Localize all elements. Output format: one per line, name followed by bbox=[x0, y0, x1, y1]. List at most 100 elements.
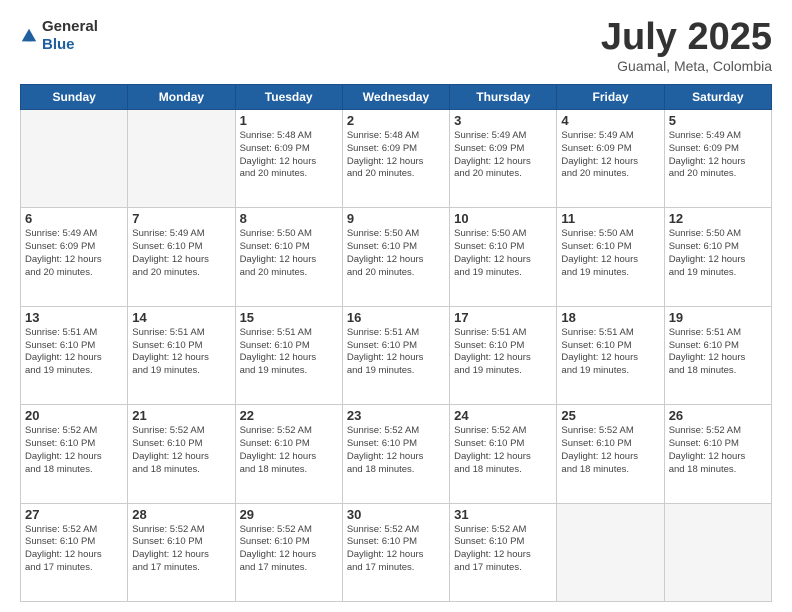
day-number: 19 bbox=[669, 310, 767, 325]
day-number: 1 bbox=[240, 113, 338, 128]
day-cell: 12 Sunrise: 5:50 AM Sunset: 6:10 PM Dayli… bbox=[664, 208, 771, 306]
day-cell: 15 Sunrise: 5:51 AM Sunset: 6:10 PM Dayli… bbox=[235, 306, 342, 404]
day-cell bbox=[21, 110, 128, 208]
day-info: Sunrise: 5:52 AM Sunset: 6:10 PM Dayligh… bbox=[669, 425, 767, 476]
day-number: 28 bbox=[132, 507, 230, 522]
day-info: Sunrise: 5:48 AM Sunset: 6:09 PM Dayligh… bbox=[347, 130, 445, 181]
day-cell: 1 Sunrise: 5:48 AM Sunset: 6:09 PM Daylig… bbox=[235, 110, 342, 208]
day-info: Sunrise: 5:52 AM Sunset: 6:10 PM Dayligh… bbox=[347, 524, 445, 575]
day-info: Sunrise: 5:52 AM Sunset: 6:10 PM Dayligh… bbox=[454, 524, 552, 575]
day-number: 11 bbox=[561, 211, 659, 226]
day-number: 16 bbox=[347, 310, 445, 325]
day-info: Sunrise: 5:52 AM Sunset: 6:10 PM Dayligh… bbox=[132, 524, 230, 575]
day-cell: 19Sunrise: 5:51 AM Sunset: 6:10 PM Dayli… bbox=[664, 306, 771, 404]
day-number: 2 bbox=[347, 113, 445, 128]
day-info: Sunrise: 5:50 AM Sunset: 6:10 PM Dayligh… bbox=[669, 228, 767, 279]
day-cell: 24 Sunrise: 5:52 AM Sunset: 6:10 PM Dayli… bbox=[450, 405, 557, 503]
day-cell: 4 Sunrise: 5:49 AM Sunset: 6:09 PM Daylig… bbox=[557, 110, 664, 208]
week-row-2: 6Sunrise: 5:49 AM Sunset: 6:09 PM Daylig… bbox=[21, 208, 772, 306]
day-cell bbox=[664, 503, 771, 601]
day-header-thursday: Thursday bbox=[450, 85, 557, 110]
day-number: 21 bbox=[132, 408, 230, 423]
day-cell: 29 Sunrise: 5:52 AM Sunset: 6:10 PM Dayli… bbox=[235, 503, 342, 601]
day-cell: 3Sunrise: 5:49 AM Sunset: 6:09 PM Daylig… bbox=[450, 110, 557, 208]
day-cell: 2 Sunrise: 5:48 AM Sunset: 6:09 PM Daylig… bbox=[342, 110, 449, 208]
week-row-1: 1 Sunrise: 5:48 AM Sunset: 6:09 PM Daylig… bbox=[21, 110, 772, 208]
week-row-5: 27 Sunrise: 5:52 AM Sunset: 6:10 PM Dayli… bbox=[21, 503, 772, 601]
week-row-4: 20 Sunrise: 5:52 AM Sunset: 6:10 PM Dayli… bbox=[21, 405, 772, 503]
day-cell: 17Sunrise: 5:51 AM Sunset: 6:10 PM Dayli… bbox=[450, 306, 557, 404]
day-cell: 11 Sunrise: 5:50 AM Sunset: 6:10 PM Dayli… bbox=[557, 208, 664, 306]
day-number: 29 bbox=[240, 507, 338, 522]
day-info: Sunrise: 5:49 AM Sunset: 6:09 PM Dayligh… bbox=[454, 130, 552, 181]
day-number: 5 bbox=[669, 113, 767, 128]
day-number: 15 bbox=[240, 310, 338, 325]
day-cell: 5 Sunrise: 5:49 AM Sunset: 6:09 PM Daylig… bbox=[664, 110, 771, 208]
day-info: Sunrise: 5:52 AM Sunset: 6:10 PM Dayligh… bbox=[240, 524, 338, 575]
day-number: 6 bbox=[25, 211, 123, 226]
day-cell: 6Sunrise: 5:49 AM Sunset: 6:09 PM Daylig… bbox=[21, 208, 128, 306]
day-number: 27 bbox=[25, 507, 123, 522]
day-number: 24 bbox=[454, 408, 552, 423]
day-number: 14 bbox=[132, 310, 230, 325]
day-cell bbox=[128, 110, 235, 208]
day-cell: 31 Sunrise: 5:52 AM Sunset: 6:10 PM Dayli… bbox=[450, 503, 557, 601]
day-info: Sunrise: 5:52 AM Sunset: 6:10 PM Dayligh… bbox=[561, 425, 659, 476]
day-info: Sunrise: 5:51 AM Sunset: 6:10 PM Dayligh… bbox=[347, 327, 445, 378]
day-number: 12 bbox=[669, 211, 767, 226]
day-info: Sunrise: 5:52 AM Sunset: 6:10 PM Dayligh… bbox=[25, 425, 123, 476]
day-info: Sunrise: 5:49 AM Sunset: 6:09 PM Dayligh… bbox=[561, 130, 659, 181]
logo-blue: Blue bbox=[42, 36, 75, 53]
day-cell: 7 Sunrise: 5:49 AM Sunset: 6:10 PM Daylig… bbox=[128, 208, 235, 306]
day-cell: 28 Sunrise: 5:52 AM Sunset: 6:10 PM Dayli… bbox=[128, 503, 235, 601]
day-cell: 27 Sunrise: 5:52 AM Sunset: 6:10 PM Dayli… bbox=[21, 503, 128, 601]
day-header-tuesday: Tuesday bbox=[235, 85, 342, 110]
day-info: Sunrise: 5:52 AM Sunset: 6:10 PM Dayligh… bbox=[454, 425, 552, 476]
logo: General Blue bbox=[20, 18, 98, 54]
day-info: Sunrise: 5:48 AM Sunset: 6:09 PM Dayligh… bbox=[240, 130, 338, 181]
day-info: Sunrise: 5:50 AM Sunset: 6:10 PM Dayligh… bbox=[561, 228, 659, 279]
day-header-friday: Friday bbox=[557, 85, 664, 110]
day-info: Sunrise: 5:49 AM Sunset: 6:10 PM Dayligh… bbox=[132, 228, 230, 279]
day-number: 18 bbox=[561, 310, 659, 325]
day-info: Sunrise: 5:51 AM Sunset: 6:10 PM Dayligh… bbox=[561, 327, 659, 378]
day-number: 8 bbox=[240, 211, 338, 226]
day-info: Sunrise: 5:50 AM Sunset: 6:10 PM Dayligh… bbox=[454, 228, 552, 279]
day-cell: 23 Sunrise: 5:52 AM Sunset: 6:10 PM Dayli… bbox=[342, 405, 449, 503]
day-header-wednesday: Wednesday bbox=[342, 85, 449, 110]
day-number: 25 bbox=[561, 408, 659, 423]
day-cell: 26 Sunrise: 5:52 AM Sunset: 6:10 PM Dayli… bbox=[664, 405, 771, 503]
day-info: Sunrise: 5:51 AM Sunset: 6:10 PM Dayligh… bbox=[240, 327, 338, 378]
day-info: Sunrise: 5:51 AM Sunset: 6:10 PM Dayligh… bbox=[454, 327, 552, 378]
day-info: Sunrise: 5:52 AM Sunset: 6:10 PM Dayligh… bbox=[347, 425, 445, 476]
day-number: 23 bbox=[347, 408, 445, 423]
day-cell: 30Sunrise: 5:52 AM Sunset: 6:10 PM Dayli… bbox=[342, 503, 449, 601]
day-info: Sunrise: 5:52 AM Sunset: 6:10 PM Dayligh… bbox=[132, 425, 230, 476]
day-cell: 18 Sunrise: 5:51 AM Sunset: 6:10 PM Dayli… bbox=[557, 306, 664, 404]
day-cell: 16 Sunrise: 5:51 AM Sunset: 6:10 PM Dayli… bbox=[342, 306, 449, 404]
day-header-sunday: Sunday bbox=[21, 85, 128, 110]
week-row-3: 13Sunrise: 5:51 AM Sunset: 6:10 PM Dayli… bbox=[21, 306, 772, 404]
logo-icon bbox=[20, 27, 38, 45]
day-cell: 13Sunrise: 5:51 AM Sunset: 6:10 PM Dayli… bbox=[21, 306, 128, 404]
days-header-row: SundayMondayTuesdayWednesdayThursdayFrid… bbox=[21, 85, 772, 110]
day-header-saturday: Saturday bbox=[664, 85, 771, 110]
day-info: Sunrise: 5:52 AM Sunset: 6:10 PM Dayligh… bbox=[25, 524, 123, 575]
day-cell: 14 Sunrise: 5:51 AM Sunset: 6:10 PM Dayli… bbox=[128, 306, 235, 404]
day-cell: 20 Sunrise: 5:52 AM Sunset: 6:10 PM Dayli… bbox=[21, 405, 128, 503]
title-block: July 2025 Guamal, Meta, Colombia bbox=[601, 18, 772, 74]
day-cell bbox=[557, 503, 664, 601]
day-number: 31 bbox=[454, 507, 552, 522]
day-number: 7 bbox=[132, 211, 230, 226]
page: General Blue July 2025 Guamal, Meta, Col… bbox=[0, 0, 792, 612]
header: General Blue July 2025 Guamal, Meta, Col… bbox=[20, 18, 772, 74]
day-number: 26 bbox=[669, 408, 767, 423]
day-cell: 9Sunrise: 5:50 AM Sunset: 6:10 PM Daylig… bbox=[342, 208, 449, 306]
day-number: 20 bbox=[25, 408, 123, 423]
day-info: Sunrise: 5:51 AM Sunset: 6:10 PM Dayligh… bbox=[25, 327, 123, 378]
day-info: Sunrise: 5:51 AM Sunset: 6:10 PM Dayligh… bbox=[132, 327, 230, 378]
day-info: Sunrise: 5:49 AM Sunset: 6:09 PM Dayligh… bbox=[669, 130, 767, 181]
day-info: Sunrise: 5:52 AM Sunset: 6:10 PM Dayligh… bbox=[240, 425, 338, 476]
day-number: 4 bbox=[561, 113, 659, 128]
day-number: 22 bbox=[240, 408, 338, 423]
